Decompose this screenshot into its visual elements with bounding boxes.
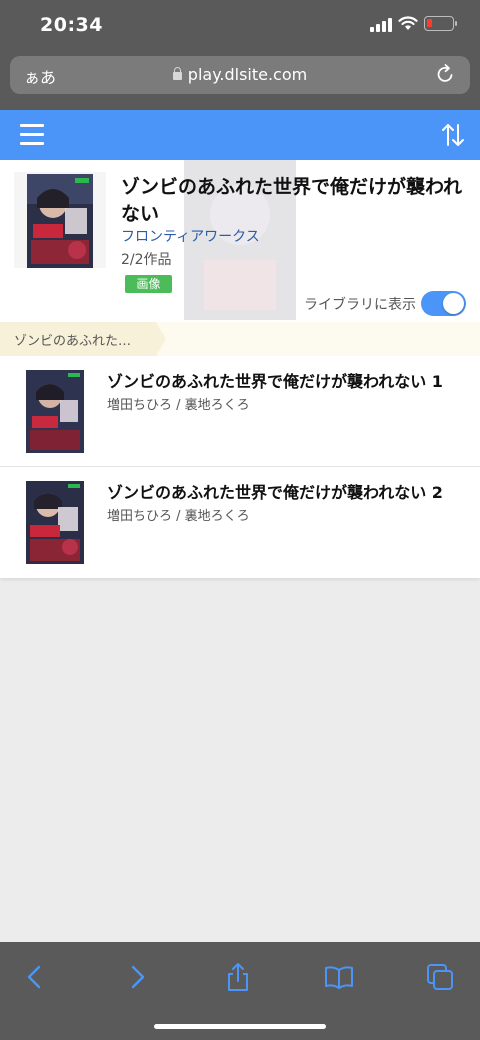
- status-time: 20:34: [40, 14, 103, 36]
- forward-icon[interactable]: [122, 962, 152, 992]
- breadcrumb-label: ゾンビのあふれた…: [14, 334, 132, 349]
- volume-author: 増田ちひろ / 裏地ろくろ: [107, 398, 250, 413]
- share-icon[interactable]: [223, 962, 253, 992]
- volume-cover-image: [26, 370, 84, 453]
- cellular-signal-icon: [370, 18, 392, 32]
- series-cover-image: [27, 174, 93, 268]
- url-text: play.dlsite.com: [187, 65, 308, 84]
- reload-icon[interactable]: [434, 63, 456, 85]
- series-card[interactable]: ゾンビのあふれた世界で俺だけが襲われない フロンティアワークス 2/2作品 画像…: [0, 160, 480, 322]
- series-title[interactable]: ゾンビのあふれた世界で俺だけが襲われない: [121, 174, 466, 228]
- lock-icon: [172, 67, 182, 80]
- library-toggle[interactable]: [421, 291, 466, 316]
- url-display[interactable]: play.dlsite.com: [10, 65, 470, 84]
- browser-top-chrome: 20:34 ぁあ play.dlsite.com: [0, 0, 480, 110]
- back-icon[interactable]: [20, 962, 50, 992]
- publisher-link[interactable]: フロンティアワークス: [121, 226, 260, 246]
- breadcrumb: ゾンビのあふれた…: [0, 322, 480, 356]
- volume-author: 増田ちひろ / 裏地ろくろ: [107, 509, 250, 524]
- battery-icon: [424, 16, 457, 31]
- toggle-knob: [443, 293, 464, 314]
- format-badge: 画像: [125, 275, 172, 293]
- sort-icon[interactable]: [440, 122, 466, 148]
- tabs-icon[interactable]: [425, 962, 455, 992]
- address-bar[interactable]: ぁあ play.dlsite.com: [10, 56, 470, 94]
- series-count: 2/2作品: [121, 252, 172, 268]
- volume-title: ゾンビのあふれた世界で俺だけが襲われない 2: [107, 483, 443, 502]
- volume-cover-image: [26, 481, 84, 564]
- library-toggle-label: ライブラリに表示: [304, 297, 416, 313]
- list-item[interactable]: ゾンビのあふれた世界で俺だけが襲われない 1 増田ちひろ / 裏地ろくろ: [0, 356, 480, 467]
- list-item[interactable]: ゾンビのあふれた世界で俺だけが襲われない 2 増田ちひろ / 裏地ろくろ: [0, 467, 480, 578]
- app-header: [0, 110, 480, 160]
- breadcrumb-item[interactable]: ゾンビのあふれた…: [0, 322, 166, 356]
- bookmarks-icon[interactable]: [324, 962, 354, 992]
- home-indicator: [154, 1024, 326, 1029]
- wifi-icon: [398, 16, 418, 30]
- volume-list: ゾンビのあふれた世界で俺だけが襲われない 1 増田ちひろ / 裏地ろくろ ゾンビ…: [0, 356, 480, 578]
- volume-title: ゾンビのあふれた世界で俺だけが襲われない 1: [107, 372, 443, 391]
- hamburger-icon[interactable]: [20, 124, 44, 145]
